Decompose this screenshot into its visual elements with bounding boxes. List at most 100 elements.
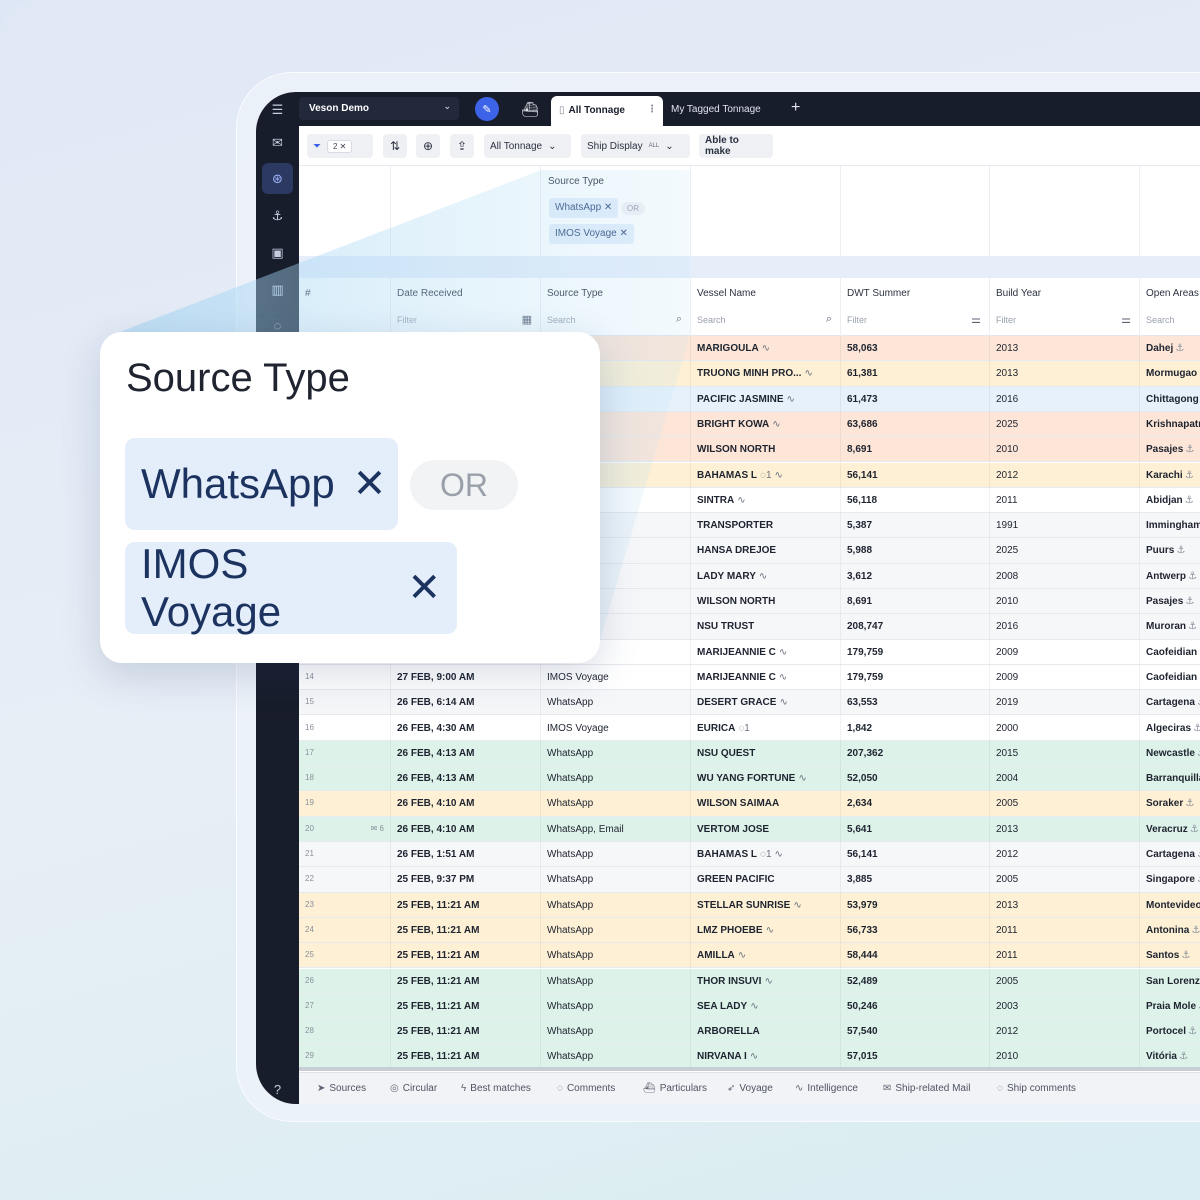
close-icon[interactable]: ✕ (353, 461, 387, 507)
more-icon[interactable]: ⋮ (647, 104, 657, 115)
pulse-icon[interactable]: ∿ (750, 1051, 758, 1062)
comment-count-badge[interactable]: ◌1 (760, 470, 772, 481)
area-value: Barranquilla (1146, 773, 1200, 785)
pulse-icon[interactable]: ∿ (762, 343, 770, 354)
workspace-select[interactable]: Veson Demo ⌄ (299, 97, 459, 120)
column-header-open-areas[interactable]: Open Areas Search (1140, 278, 1200, 336)
export-icon[interactable]: ⇪ (450, 134, 474, 158)
area-search-input[interactable]: Search (1146, 315, 1200, 325)
cargo-icon[interactable]: ⚓ (262, 200, 293, 231)
mail-icon[interactable]: ✉ (262, 127, 293, 158)
column-header-date-received[interactable]: Date Received Filter ▦ (391, 278, 541, 336)
pulse-icon[interactable]: ∿ (779, 672, 787, 683)
close-icon[interactable]: ✕ (619, 228, 627, 239)
table-row[interactable]: 18 26 FEB, 4:13 AM WhatsApp WU YANG FORTUNE… (299, 766, 1200, 792)
filter-chip-imos-voyage[interactable]: IMOS Voyage ✕ (549, 224, 634, 244)
table-row[interactable]: 22 25 FEB, 9:37 PM WhatsApp GREEN PACIFIC 3,… (299, 867, 1200, 893)
add-circle-icon[interactable]: ⊕ (416, 134, 440, 158)
table-row[interactable]: 17 26 FEB, 4:13 AM WhatsApp NSU QUEST 207,36… (299, 740, 1200, 767)
filter-operator[interactable]: OR (621, 202, 645, 215)
pulse-icon[interactable]: ∿ (737, 495, 745, 506)
pulse-icon[interactable]: ∿ (775, 470, 783, 481)
popup-chip-whatsapp[interactable]: WhatsApp ✕ (125, 438, 398, 530)
popup-operator[interactable]: OR (410, 460, 518, 510)
table-row[interactable]: 14 27 FEB, 9:00 AM IMOS Voyage MARIJEANNIE … (299, 664, 1200, 691)
bottom-tab-ship-related-mail[interactable]: ✉ Ship-related Mail (883, 1083, 970, 1094)
sort-icon[interactable]: ⇅ (383, 134, 407, 158)
pulse-icon[interactable]: ∿ (775, 849, 783, 860)
briefcase-icon[interactable]: ▣ (262, 237, 293, 268)
filter-button[interactable]: ⏷ 2 ✕ (307, 134, 373, 158)
bottom-tab-particulars[interactable]: ⛴ Particulars (643, 1083, 707, 1094)
vessel-search-input[interactable]: Search ⌕ (697, 313, 834, 325)
table-row[interactable]: 28 25 FEB, 11:21 AM WhatsApp ARBORELLA 57,54… (299, 1019, 1200, 1045)
table-row[interactable]: 21 26 FEB, 1:51 AM WhatsApp BAHAMAS L ◌1 ∿ 56,… (299, 842, 1200, 868)
popup-chip-imos-voyage[interactable]: IMOS Voyage ✕ (125, 540, 457, 635)
bottom-tab-ship-comments[interactable]: ◌ Ship comments (997, 1083, 1076, 1094)
column-header-index[interactable]: # (299, 278, 391, 336)
table-row[interactable]: 19 26 FEB, 4:10 AM WhatsApp WILSON SAIMAA 2,… (299, 791, 1200, 817)
view-select[interactable]: All Tonnage ⌄ (484, 134, 571, 158)
cell-year: 2019 (990, 690, 1140, 716)
pulse-icon[interactable]: ∿ (750, 1001, 758, 1012)
bottom-tab-sources[interactable]: ➤ Sources (317, 1083, 366, 1094)
dwt-filter-input[interactable]: Filter ⚌ (847, 314, 983, 326)
table-row[interactable]: 23 25 FEB, 11:21 AM WhatsApp STELLAR SUNRIS… (299, 892, 1200, 918)
menu-icon[interactable]: ☰ (262, 94, 293, 125)
pulse-icon[interactable]: ∿ (779, 697, 787, 708)
year-filter-input[interactable]: Filter ⚌ (996, 314, 1133, 326)
table-row[interactable]: 24 25 FEB, 11:21 AM WhatsApp LMZ PHOEBE ∿ 56,… (299, 917, 1200, 944)
year-value: 2016 (996, 621, 1019, 633)
pulse-icon[interactable]: ∿ (772, 419, 780, 430)
close-icon[interactable]: ✕ (407, 565, 441, 611)
pulse-icon[interactable]: ∿ (787, 394, 795, 405)
source-search-input[interactable]: Search ⌕ (547, 313, 684, 325)
bottom-tab-intelligence[interactable]: ∿ Intelligence (795, 1083, 858, 1094)
column-header-build-year[interactable]: Build Year Filter ⚌ (990, 278, 1140, 336)
filter-chip-whatsapp[interactable]: WhatsApp ✕ (549, 198, 619, 218)
compass-icon[interactable]: ⊛ (262, 163, 293, 194)
comment-count-badge[interactable]: ◌1 (760, 849, 772, 860)
horizontal-scrollbar[interactable] (299, 1067, 1200, 1071)
table-row[interactable]: 15 26 FEB, 6:14 AM WhatsApp DESERT GRACE ∿ 63… (299, 690, 1200, 716)
able-to-make-button[interactable]: Able to make (699, 134, 773, 158)
table-row[interactable]: 27 25 FEB, 11:21 AM WhatsApp SEA LADY ∿ 50,24… (299, 993, 1200, 1020)
table-row[interactable]: 20 ✉ 6 26 FEB, 4:10 AM WhatsApp, Email VERTO… (299, 816, 1200, 842)
bottom-tab-voyage[interactable]: ➶ Voyage (727, 1083, 773, 1094)
pulse-icon[interactable]: ∿ (764, 976, 772, 987)
bottom-tab-label: Ship comments (1006, 1083, 1076, 1094)
table-row[interactable]: 16 26 FEB, 4:30 AM IMOS Voyage EURICA ◌1 1,84… (299, 715, 1200, 741)
source-value: WhatsApp (547, 924, 594, 936)
bottom-tab-comments[interactable]: ◌ Comments (557, 1083, 615, 1094)
pulse-icon[interactable]: ∿ (738, 950, 746, 961)
help-icon[interactable]: ? (262, 1074, 293, 1104)
anchor-icon: ⚓ (1176, 545, 1186, 557)
bottom-tab-circular[interactable]: ◎ Circular (390, 1083, 437, 1094)
edit-icon[interactable]: ✎ (475, 97, 499, 121)
pulse-icon[interactable]: ∿ (804, 368, 812, 379)
table-row[interactable]: 25 25 FEB, 11:21 AM WhatsApp AMILLA ∿ 58,444 2… (299, 943, 1200, 969)
table-row[interactable]: 29 25 FEB, 11:21 AM WhatsApp NIRVANA I ∿ 57,0… (299, 1044, 1200, 1070)
date-filter-input[interactable]: Filter ▦ (397, 314, 534, 326)
pulse-icon[interactable]: ∿ (766, 925, 774, 936)
bottom-tab-best-matches[interactable]: ϟ Best matches (461, 1083, 531, 1094)
column-header-source-type[interactable]: Source Type Search ⌕ (541, 278, 691, 336)
area-value: Krishnapatnam (1146, 418, 1200, 430)
pulse-icon[interactable]: ∿ (759, 571, 767, 582)
pulse-icon[interactable]: ∿ (779, 647, 787, 658)
column-header-dwt-summer[interactable]: DWT Summer Filter ⚌ (841, 278, 990, 336)
tab-all-tonnage[interactable]: ▯ All Tonnage ⋮ (551, 96, 663, 126)
close-icon[interactable]: ✕ (604, 202, 612, 213)
add-tab-icon[interactable]: + (791, 99, 800, 117)
ship-display-select[interactable]: Ship Display ALL ⌄ (581, 134, 690, 158)
ship-icon[interactable]: ⛴ (519, 98, 541, 120)
vessel-value: BAHAMAS L (697, 469, 757, 481)
filter-count-chip[interactable]: 2 ✕ (327, 139, 353, 153)
pulse-icon[interactable]: ∿ (798, 773, 806, 784)
table-row[interactable]: 26 25 FEB, 11:21 AM WhatsApp THOR INSUVI ∿ 52… (299, 968, 1200, 994)
chart-icon[interactable]: ▥ (262, 274, 293, 305)
tab-my-tagged-tonnage[interactable]: My Tagged Tonnage (671, 104, 761, 115)
comment-count-badge[interactable]: ◌1 (738, 723, 750, 734)
pulse-icon[interactable]: ∿ (793, 900, 801, 911)
column-header-vessel-name[interactable]: Vessel Name Search ⌕ (691, 278, 841, 336)
